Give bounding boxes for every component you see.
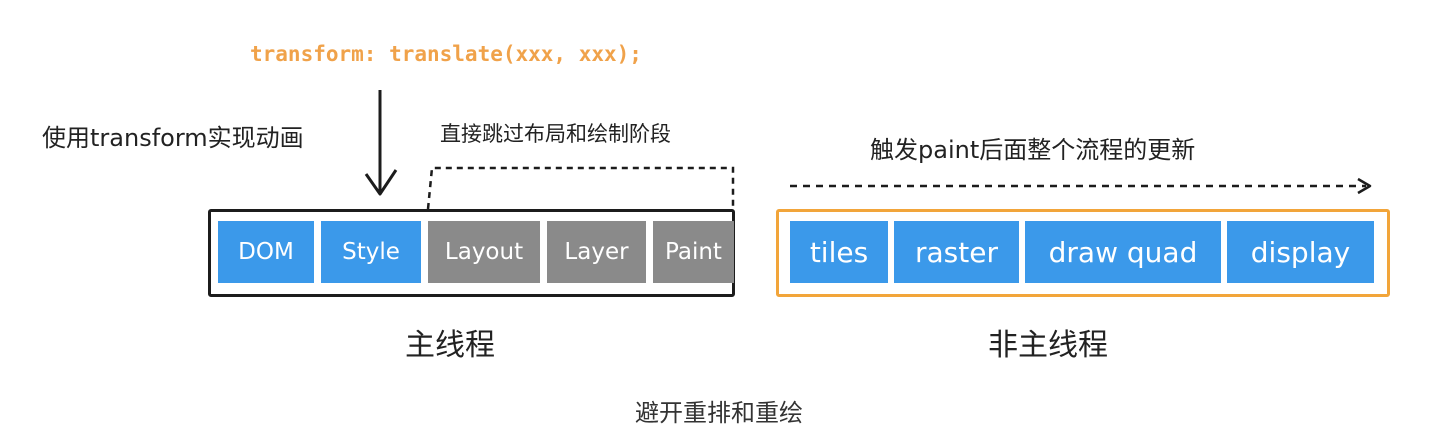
stage-style: Style [321, 221, 421, 283]
figure-caption: 避开重排和重绘 [635, 399, 803, 427]
stage-display: display [1227, 221, 1374, 283]
stage-paint: Paint [653, 221, 734, 283]
skip-bracket [426, 166, 735, 210]
stage-tiles: tiles [790, 221, 888, 283]
stage-draw-quad: draw quad [1025, 221, 1221, 283]
stage-layout: Layout [428, 221, 540, 283]
stage-raster: raster [894, 221, 1019, 283]
non-main-thread-label: 非主线程 [988, 328, 1108, 363]
main-thread-label: 主线程 [405, 328, 495, 363]
stage-dom: DOM [218, 221, 314, 283]
stage-layer: Layer [547, 221, 646, 283]
